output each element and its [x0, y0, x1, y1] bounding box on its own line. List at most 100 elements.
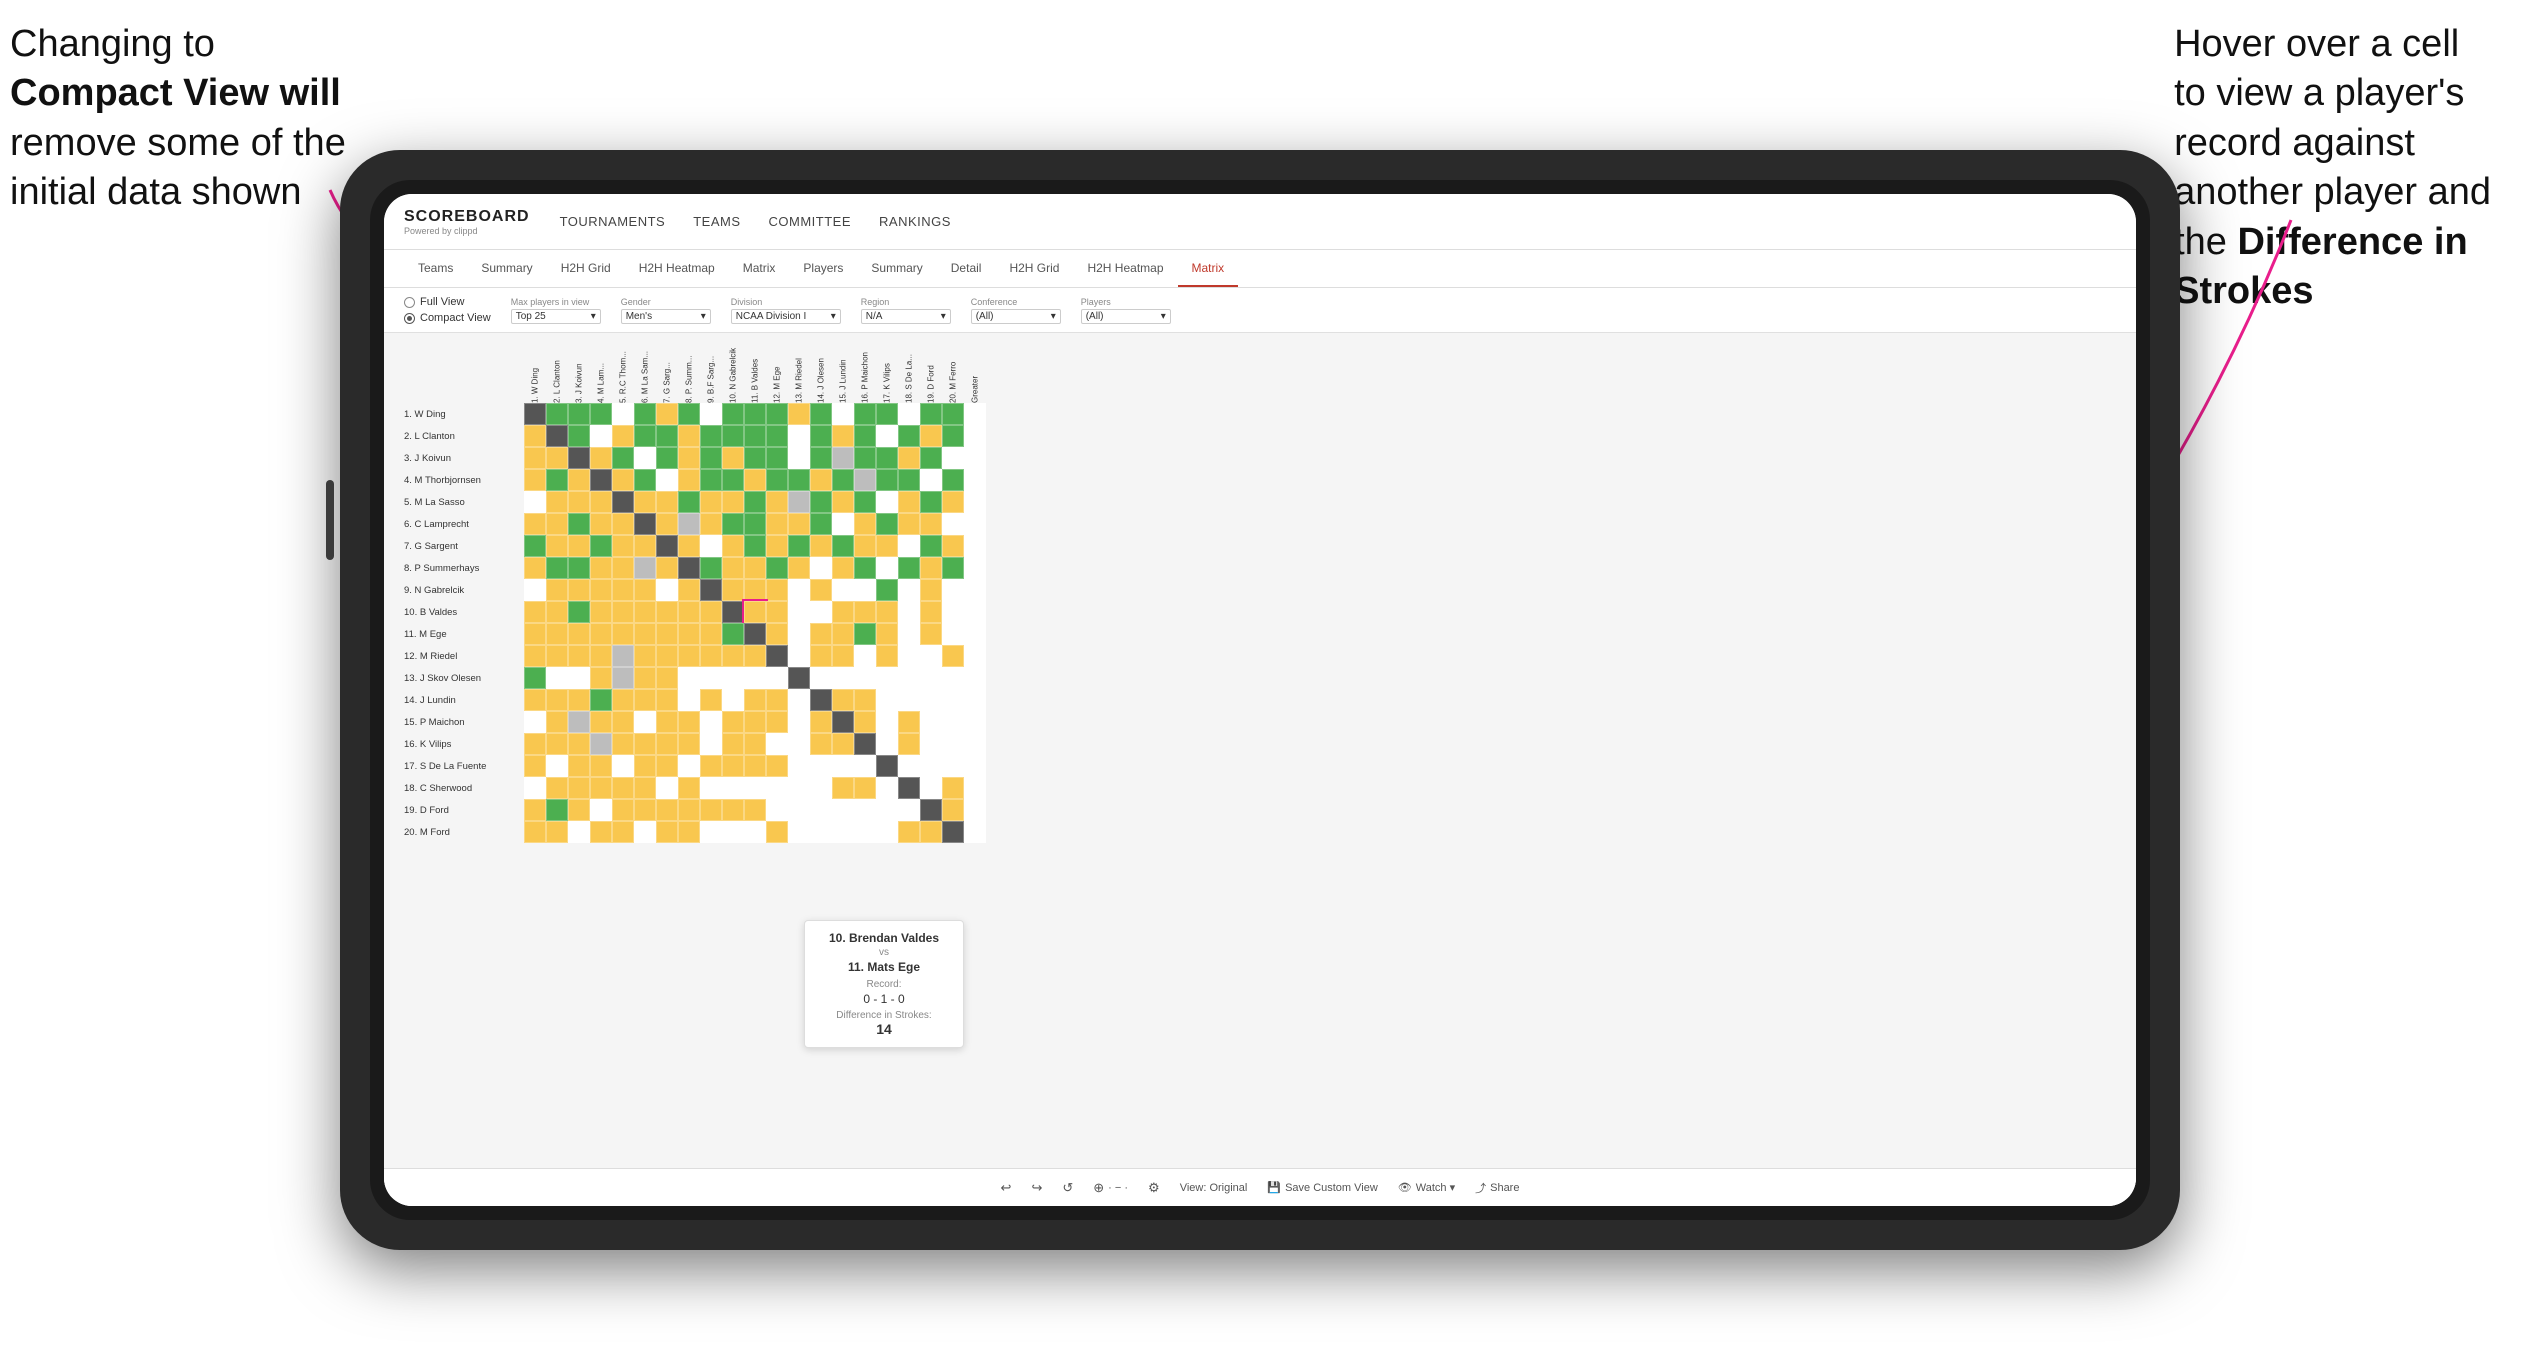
cell-14-2[interactable] — [546, 689, 568, 711]
cell-14-12[interactable] — [766, 689, 788, 711]
cell-18-3[interactable] — [568, 777, 590, 799]
cell-19-1[interactable] — [524, 799, 546, 821]
cell-20-21[interactable] — [964, 821, 986, 843]
cell-13-6[interactable] — [634, 667, 656, 689]
cell-2-6[interactable] — [634, 425, 656, 447]
cell-10-7[interactable] — [656, 601, 678, 623]
cell-20-6[interactable] — [634, 821, 656, 843]
cell-12-4[interactable] — [590, 645, 612, 667]
cell-16-14[interactable] — [810, 733, 832, 755]
cell-9-3[interactable] — [568, 579, 590, 601]
cell-12-12[interactable] — [766, 645, 788, 667]
cell-16-13[interactable] — [788, 733, 810, 755]
nav-tournaments[interactable]: TOURNAMENTS — [560, 210, 666, 233]
cell-19-16[interactable] — [854, 799, 876, 821]
toolbar-watch[interactable]: 👁 Watch ▾ — [1398, 1181, 1455, 1194]
cell-1-21[interactable] — [964, 403, 986, 425]
cell-9-4[interactable] — [590, 579, 612, 601]
cell-17-15[interactable] — [832, 755, 854, 777]
cell-4-15[interactable] — [832, 469, 854, 491]
cell-9-10[interactable] — [722, 579, 744, 601]
cell-1-10[interactable] — [722, 403, 744, 425]
cell-14-16[interactable] — [854, 689, 876, 711]
toolbar-save-custom[interactable]: 💾 Save Custom View — [1267, 1181, 1377, 1194]
toolbar-undo[interactable]: ↩ — [1001, 1180, 1012, 1196]
cell-14-18[interactable] — [898, 689, 920, 711]
tab-summary2[interactable]: Summary — [857, 250, 936, 287]
cell-11-8[interactable] — [678, 623, 700, 645]
cell-18-1[interactable] — [524, 777, 546, 799]
cell-16-9[interactable] — [700, 733, 722, 755]
cell-19-2[interactable] — [546, 799, 568, 821]
cell-2-4[interactable] — [590, 425, 612, 447]
cell-17-19[interactable] — [920, 755, 942, 777]
cell-12-21[interactable] — [964, 645, 986, 667]
cell-8-9[interactable] — [700, 557, 722, 579]
cell-17-11[interactable] — [744, 755, 766, 777]
cell-10-8[interactable] — [678, 601, 700, 623]
cell-20-10[interactable] — [722, 821, 744, 843]
cell-4-11[interactable] — [744, 469, 766, 491]
cell-18-21[interactable] — [964, 777, 986, 799]
toolbar-zoom[interactable]: ⊕ · − · — [1093, 1180, 1128, 1196]
cell-19-7[interactable] — [656, 799, 678, 821]
cell-5-6[interactable] — [634, 491, 656, 513]
cell-8-16[interactable] — [854, 557, 876, 579]
cell-2-18[interactable] — [898, 425, 920, 447]
cell-9-19[interactable] — [920, 579, 942, 601]
toolbar-view-original[interactable]: View: Original — [1180, 1182, 1248, 1194]
cell-11-4[interactable] — [590, 623, 612, 645]
cell-6-8[interactable] — [678, 513, 700, 535]
cell-19-13[interactable] — [788, 799, 810, 821]
cell-6-18[interactable] — [898, 513, 920, 535]
cell-14-17[interactable] — [876, 689, 898, 711]
cell-13-13[interactable] — [788, 667, 810, 689]
cell-4-2[interactable] — [546, 469, 568, 491]
cell-9-11[interactable] — [744, 579, 766, 601]
cell-19-9[interactable] — [700, 799, 722, 821]
cell-8-13[interactable] — [788, 557, 810, 579]
cell-7-4[interactable] — [590, 535, 612, 557]
cell-13-7[interactable] — [656, 667, 678, 689]
cell-12-2[interactable] — [546, 645, 568, 667]
cell-1-11[interactable] — [744, 403, 766, 425]
cell-17-2[interactable] — [546, 755, 568, 777]
cell-20-8[interactable] — [678, 821, 700, 843]
cell-8-4[interactable] — [590, 557, 612, 579]
cell-13-9[interactable] — [700, 667, 722, 689]
cell-14-8[interactable] — [678, 689, 700, 711]
cell-15-4[interactable] — [590, 711, 612, 733]
cell-4-7[interactable] — [656, 469, 678, 491]
gender-select[interactable]: Men's ▾ — [621, 309, 711, 324]
cell-17-8[interactable] — [678, 755, 700, 777]
cell-12-17[interactable] — [876, 645, 898, 667]
cell-2-1[interactable] — [524, 425, 546, 447]
cell-8-10[interactable] — [722, 557, 744, 579]
cell-17-6[interactable] — [634, 755, 656, 777]
cell-13-2[interactable] — [546, 667, 568, 689]
cell-14-7[interactable] — [656, 689, 678, 711]
cell-16-2[interactable] — [546, 733, 568, 755]
cell-15-21[interactable] — [964, 711, 986, 733]
cell-13-11[interactable] — [744, 667, 766, 689]
cell-1-7[interactable] — [656, 403, 678, 425]
cell-7-16[interactable] — [854, 535, 876, 557]
cell-5-13[interactable] — [788, 491, 810, 513]
cell-12-1[interactable] — [524, 645, 546, 667]
cell-2-12[interactable] — [766, 425, 788, 447]
cell-14-21[interactable] — [964, 689, 986, 711]
cell-12-19[interactable] — [920, 645, 942, 667]
cell-7-21[interactable] — [964, 535, 986, 557]
cell-10-1[interactable] — [524, 601, 546, 623]
cell-2-8[interactable] — [678, 425, 700, 447]
cell-6-1[interactable] — [524, 513, 546, 535]
cell-5-3[interactable] — [568, 491, 590, 513]
cell-15-16[interactable] — [854, 711, 876, 733]
tab-players[interactable]: Players — [789, 250, 857, 287]
cell-7-1[interactable] — [524, 535, 546, 557]
cell-3-12[interactable] — [766, 447, 788, 469]
cell-9-16[interactable] — [854, 579, 876, 601]
tab-h2h-heatmap2[interactable]: H2H Heatmap — [1073, 250, 1177, 287]
cell-11-3[interactable] — [568, 623, 590, 645]
cell-15-3[interactable] — [568, 711, 590, 733]
